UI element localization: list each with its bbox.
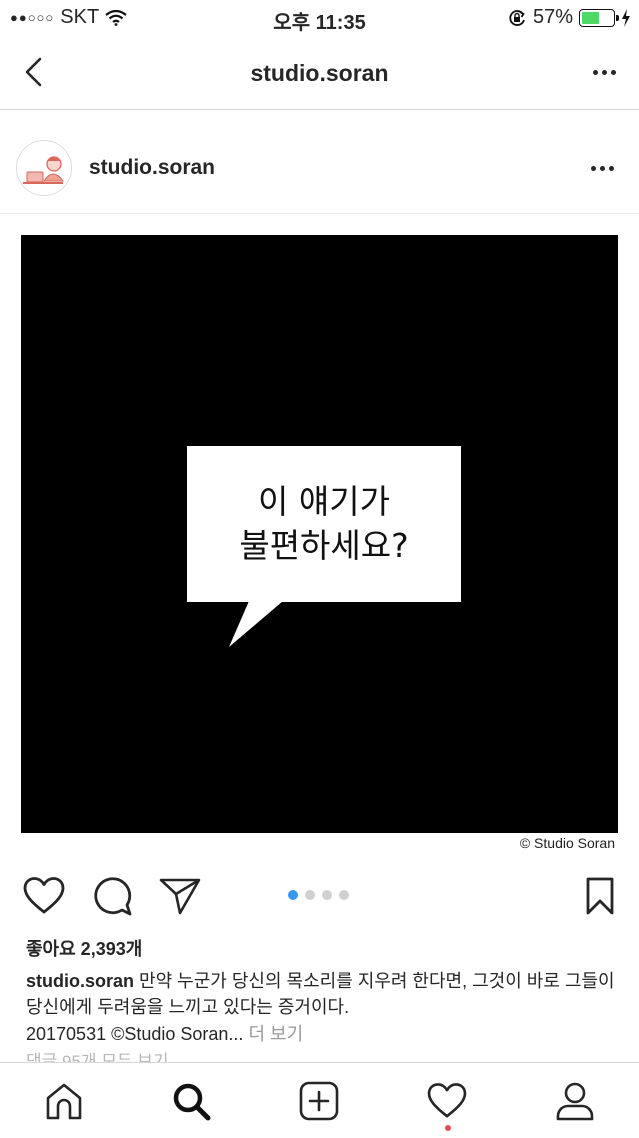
battery-icon (579, 8, 619, 27)
carousel-indicator (288, 890, 349, 900)
post-options-button[interactable] (587, 156, 617, 180)
navigation-bar: studio.soran (0, 36, 639, 110)
speech-line-2: 불편하세요? (239, 526, 409, 565)
view-comments-link[interactable]: 댓글 95개 모두 보기 (26, 1052, 169, 1062)
search-icon (173, 1083, 211, 1121)
save-button[interactable] (578, 874, 622, 918)
tab-activity[interactable] (425, 1079, 469, 1123)
post-username[interactable]: studio.soran (89, 156, 215, 180)
battery-cap (616, 14, 619, 21)
rotation-lock-icon (509, 9, 525, 26)
page-title: studio.soran (250, 60, 389, 86)
post-image[interactable]: 이 얘기가 불편하세요? (21, 235, 618, 833)
more-link[interactable]: 더 보기 (248, 1024, 303, 1044)
nav-more-button[interactable] (589, 60, 619, 84)
tab-bar (0, 1062, 639, 1138)
more-horizontal-icon (592, 69, 616, 75)
add-post-icon (299, 1081, 339, 1121)
carousel-dot (288, 890, 298, 900)
heart-icon (427, 1083, 467, 1118)
caption-date-line: 20170531 ©Studio Soran... 더 보기 (26, 1020, 303, 1046)
speech-bubble-tail (229, 601, 283, 647)
bookmark-icon (586, 877, 614, 915)
home-icon (46, 1083, 82, 1120)
post-header: studio.soran (0, 122, 639, 214)
battery-percent: 57% (532, 6, 573, 28)
carousel-dot (339, 890, 349, 900)
status-bar: ●●○○○ SKT 오후 11:35 57% (0, 0, 639, 36)
tab-profile[interactable] (553, 1079, 597, 1123)
caption: studio.soran 만약 누군가 당신의 목소리를 지우려 한다면, 그것… (26, 968, 626, 1020)
like-button[interactable] (22, 874, 66, 918)
paper-plane-icon (159, 878, 201, 915)
profile-icon (556, 1082, 594, 1121)
notification-dot (445, 1125, 451, 1131)
more-horizontal-icon (590, 165, 614, 171)
speech-bubble: 이 얘기가 불편하세요? (187, 446, 461, 602)
share-button[interactable] (158, 874, 202, 918)
avatar-illustration-icon (17, 141, 71, 195)
speech-bubble-text: 이 얘기가 불편하세요? (239, 480, 408, 568)
charging-bolt-icon (622, 8, 630, 27)
tab-search[interactable] (169, 1079, 213, 1123)
tab-add[interactable] (297, 1079, 341, 1123)
caption-username[interactable]: studio.soran (26, 971, 134, 991)
comment-icon (94, 877, 132, 916)
avatar[interactable] (16, 140, 72, 196)
speech-line-1: 이 얘기가 (258, 482, 390, 521)
heart-icon (23, 877, 65, 914)
carousel-dot (305, 890, 315, 900)
comment-button[interactable] (90, 874, 134, 918)
like-count[interactable]: 좋아요 2,393개 (26, 935, 142, 961)
status-right: 57% (507, 6, 631, 29)
post-actions (0, 870, 639, 922)
tab-home[interactable] (42, 1079, 86, 1123)
carousel-dot (322, 890, 332, 900)
image-copyright: © Studio Soran (519, 835, 615, 851)
battery-level (582, 11, 600, 24)
caption-date: 20170531 ©Studio Soran... (26, 1024, 244, 1044)
